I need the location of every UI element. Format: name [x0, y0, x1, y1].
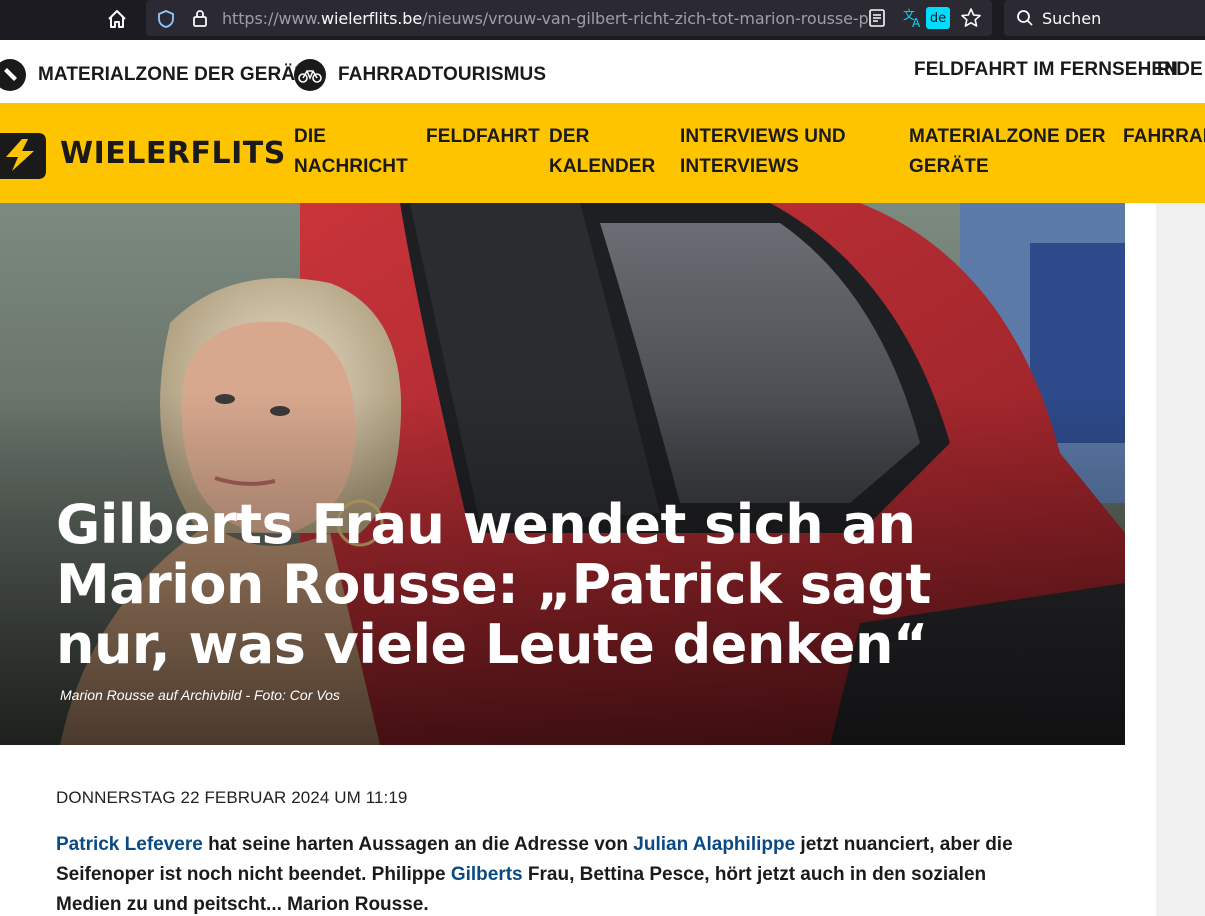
translate-language-badge[interactable]: de	[926, 7, 950, 29]
utility-item-label: RIDE N	[1157, 59, 1205, 80]
utility-item-ride[interactable]: RIDE N	[1157, 59, 1205, 81]
svg-text:A: A	[912, 16, 921, 30]
sidebar-background	[1156, 203, 1205, 916]
utility-item-label: FAHRRADTOURISMUS	[338, 64, 547, 85]
nav-item-materialzone[interactable]: MATERIALZONE DER GERÄTE	[909, 122, 1106, 182]
url-host: wielerflits.be	[321, 9, 423, 28]
link-julian-alaphilippe[interactable]: Julian Alaphilippe	[633, 834, 795, 855]
nav-item-fahrradtourismus[interactable]: FAHRRADT	[1123, 122, 1205, 152]
lock-icon[interactable]	[191, 8, 209, 28]
translate-icon[interactable]: 文A	[902, 6, 926, 30]
right-rail	[1125, 203, 1156, 916]
main-nav: WIELERFLITS DIE NACHRICHT FELDFAHRT DER …	[0, 103, 1205, 203]
photo-caption: Marion Rousse auf Archivbild - Foto: Cor…	[60, 687, 340, 703]
hero-image[interactable]: Gilberts Frau wendet sich an Marion Rous…	[0, 203, 1125, 745]
utility-item-label: FELDFAHRT IM FERNSEHEN	[914, 59, 1178, 80]
url-prefix: https://www.	[222, 9, 322, 28]
browser-search-bar[interactable]: Suchen	[1004, 0, 1205, 36]
tool-icon	[0, 59, 26, 91]
url-path: /nieuws/vrouw-van-gilbert-richt-zich-tot…	[422, 9, 869, 28]
logo-text: WIELERFLITS	[60, 135, 286, 171]
nav-item-feldfahrt[interactable]: FELDFAHRT	[426, 122, 540, 152]
nav-item-kalender[interactable]: DER KALENDER	[549, 122, 655, 182]
address-bar[interactable]: https://www.wielerflits.be/nieuws/vrouw-…	[146, 0, 992, 36]
link-gilberts[interactable]: Gilberts	[451, 864, 523, 885]
utility-item-materialzone[interactable]: MATERIALZONE DER GERÄTE	[0, 59, 320, 91]
article-dateline: DONNERSTAG 22 FEBRUAR 2024 UM 11:19	[56, 788, 408, 807]
lightning-logo-icon	[0, 133, 46, 179]
url-text[interactable]: https://www.wielerflits.be/nieuws/vrouw-…	[222, 9, 1006, 29]
bookmark-star-icon[interactable]	[960, 7, 982, 29]
home-icon[interactable]	[104, 7, 130, 31]
search-placeholder: Suchen	[1042, 9, 1102, 28]
lead-text: hat seine harten Aussagen an die Adresse…	[202, 834, 634, 855]
browser-toolbar: https://www.wielerflits.be/nieuws/vrouw-…	[0, 0, 1205, 40]
shield-icon[interactable]	[156, 9, 176, 29]
search-icon	[1017, 10, 1033, 26]
article-title: Gilberts Frau wendet sich an Marion Rous…	[56, 493, 931, 676]
utility-item-fahrradtourismus[interactable]: FAHRRADTOURISMUS	[294, 59, 546, 91]
utility-nav: MATERIALZONE DER GERÄTE FAHRRADTOURISMUS…	[0, 40, 1205, 103]
reader-view-icon[interactable]	[868, 8, 886, 28]
utility-item-label: MATERIALZONE DER GERÄTE	[38, 64, 320, 85]
link-patrick-lefevere[interactable]: Patrick Lefevere	[56, 834, 203, 855]
site-logo[interactable]: WIELERFLITS	[0, 127, 286, 179]
nav-item-nachricht[interactable]: DIE NACHRICHT	[294, 122, 408, 182]
bicycle-icon	[294, 59, 326, 91]
article-lead: Patrick Lefevere hat seine harten Aussag…	[56, 830, 1056, 916]
utility-item-feldfahrt-tv[interactable]: FELDFAHRT IM FERNSEHEN	[914, 59, 1178, 81]
nav-item-interviews[interactable]: INTERVIEWS UND INTERVIEWS	[680, 122, 846, 182]
